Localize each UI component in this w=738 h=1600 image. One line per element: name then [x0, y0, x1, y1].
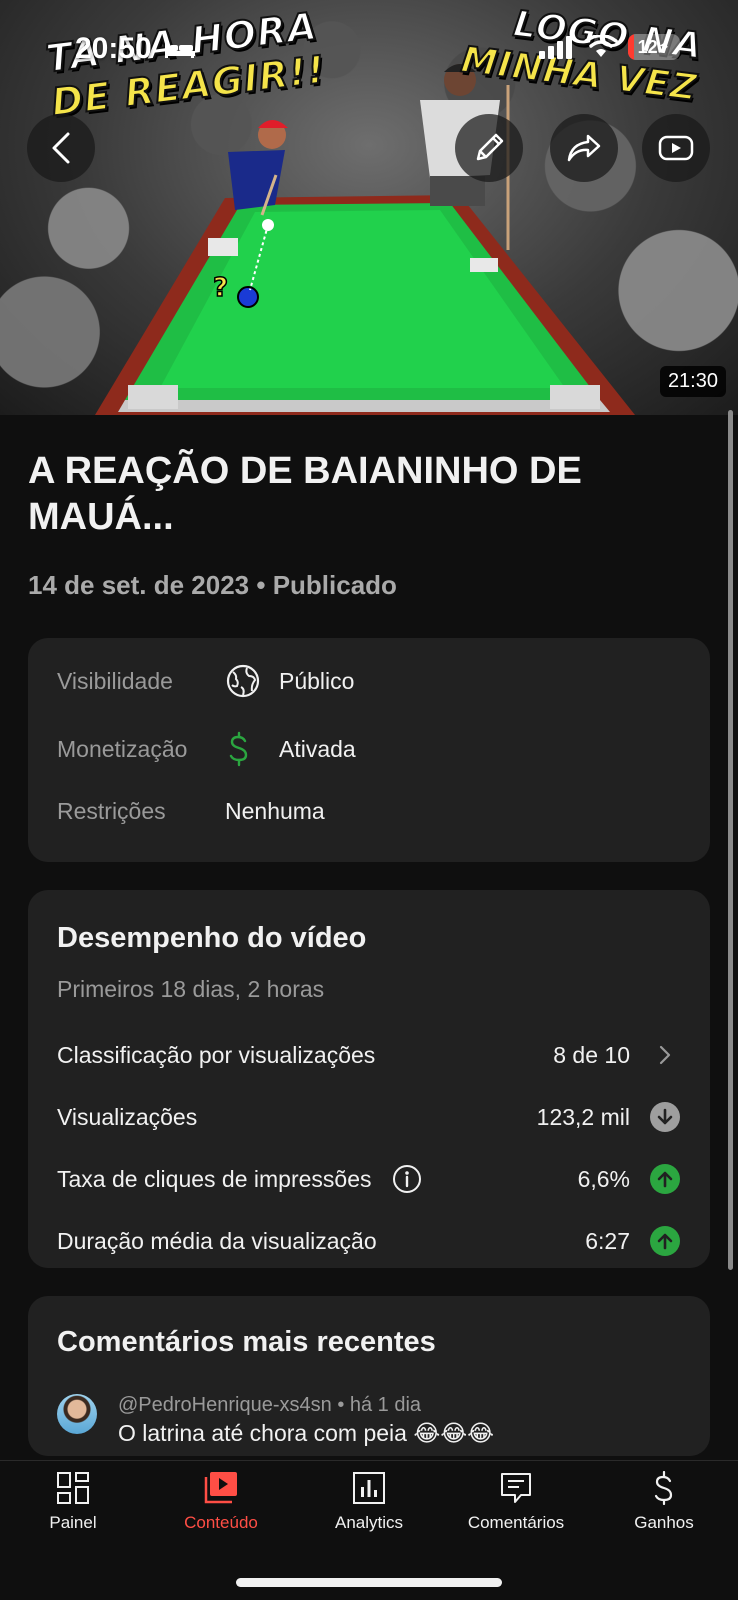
comments-title: Comentários mais recentes	[57, 1326, 436, 1358]
share-icon	[567, 134, 601, 162]
open-youtube-button[interactable]	[642, 114, 710, 182]
views-row[interactable]: Visualizações 123,2 mil	[57, 1097, 680, 1137]
scrollbar[interactable]	[728, 410, 733, 1270]
ctr-row[interactable]: Taxa de cliques de impressões 6,6%	[57, 1159, 680, 1199]
ctr-label-wrap: Taxa de cliques de impressões	[57, 1164, 578, 1194]
nav-label: Conteúdo	[184, 1513, 258, 1532]
pencil-icon	[476, 133, 504, 161]
avg-duration-label: Duração média da visualização	[57, 1227, 377, 1254]
content-icon	[204, 1472, 237, 1504]
comment-author[interactable]: @PedroHenrique-xs4sn	[118, 1394, 332, 1416]
nav-item-analytics[interactable]: Analytics	[299, 1471, 439, 1533]
comments-icon	[501, 1473, 531, 1503]
ranking-value: 8 de 10	[553, 1041, 630, 1068]
nav-label: Comentários	[467, 1513, 565, 1532]
comment-time: há 1 dia	[349, 1394, 422, 1416]
restrictions-label: Restrições	[57, 797, 166, 824]
monetization-row[interactable]: Monetização Ativada	[57, 724, 681, 774]
svg-text:?: ?	[213, 273, 228, 303]
ctr-value: 6,6%	[577, 1165, 630, 1192]
comment-text: O latrina até chora com peia 😂😂😂	[118, 1420, 494, 1446]
ctr-trend-badge	[650, 1164, 680, 1194]
visibility-value: Público	[279, 667, 355, 694]
restrictions-value: Nenhuma	[225, 797, 325, 824]
ranking-row[interactable]: Classificação por visualizações 8 de 10	[57, 1035, 680, 1075]
arrow-up-icon	[657, 1171, 673, 1188]
views-value: 123,2 mil	[536, 1103, 630, 1130]
avg-duration-row[interactable]: Duração média da visualização 6:27	[57, 1221, 680, 1261]
chevron-left-icon	[52, 132, 70, 164]
chevron-right-icon	[659, 1045, 671, 1065]
arrow-down-icon	[657, 1108, 673, 1125]
avg-duration-trend-badge	[650, 1226, 680, 1256]
visibility-row[interactable]: Visibilidade Público	[57, 656, 681, 706]
ctr-label: Taxa de cliques de impressões	[57, 1165, 372, 1192]
battery-level-fill	[628, 34, 635, 60]
restrictions-row[interactable]: Restrições Nenhuma	[57, 786, 681, 836]
meta-separator: •	[337, 1394, 350, 1416]
info-icon[interactable]	[392, 1164, 422, 1194]
back-button[interactable]	[27, 114, 95, 182]
earnings-icon	[654, 1471, 673, 1505]
publish-date-status: 14 de set. de 2023 • Publicado	[28, 570, 397, 600]
nav-label: Ganhos	[634, 1513, 694, 1532]
performance-period: Primeiros 18 dias, 2 horas	[57, 976, 325, 1002]
battery-indicator: 12 ⚡	[628, 34, 680, 60]
share-button[interactable]	[550, 114, 618, 182]
video-details-card: Visibilidade Público Monetização Ativada…	[28, 638, 710, 862]
youtube-play-icon	[658, 135, 694, 161]
nav-label: Painel	[49, 1513, 97, 1532]
dashboard-icon	[57, 1472, 89, 1504]
nav-item-comments[interactable]: Comentários	[446, 1471, 586, 1533]
wifi-icon	[584, 35, 618, 57]
monetization-value: Ativada	[279, 735, 356, 762]
home-indicator[interactable]	[236, 1578, 502, 1587]
monetization-label: Monetização	[57, 735, 188, 762]
recent-comments-card[interactable]: Comentários mais recentes @PedroHenrique…	[28, 1296, 710, 1456]
comment-meta: @PedroHenrique-xs4sn • há 1 dia	[118, 1394, 421, 1417]
avatar[interactable]	[57, 1394, 97, 1434]
sleep-bed-icon	[165, 42, 196, 59]
status-time: 20:50	[75, 32, 196, 66]
cellular-signal-icon	[539, 36, 572, 59]
video-title: A REAÇÃO DE BAIANINHO DE MAUÁ...	[28, 450, 582, 538]
views-trend-badge	[650, 1102, 680, 1132]
globe-icon	[226, 664, 260, 698]
avg-duration-value: 6:27	[585, 1227, 630, 1254]
views-label: Visualizações	[57, 1103, 198, 1130]
visibility-label: Visibilidade	[57, 667, 173, 694]
status-indicators: 12 ⚡	[538, 34, 680, 60]
video-thumbnail[interactable]: ? TA NA HORA DE REAGIR!! LOGO NA MINHA V…	[0, 0, 738, 415]
nav-item-content[interactable]: Conteúdo	[151, 1471, 291, 1533]
arrow-up-icon	[657, 1233, 673, 1250]
nav-item-earnings[interactable]: Ganhos	[594, 1471, 734, 1533]
video-performance-card: Desempenho do vídeo Primeiros 18 dias, 2…	[28, 890, 710, 1268]
video-duration: 21:30	[659, 366, 726, 397]
ranking-label: Classificação por visualizações	[57, 1041, 376, 1068]
nav-label: Analytics	[334, 1513, 404, 1532]
analytics-icon	[353, 1472, 385, 1504]
dollar-icon	[229, 731, 248, 767]
performance-title: Desempenho do vídeo	[57, 922, 367, 954]
ranking-chevron	[650, 1040, 680, 1070]
edit-button[interactable]	[455, 114, 523, 182]
nav-item-dashboard[interactable]: Painel	[3, 1471, 143, 1533]
